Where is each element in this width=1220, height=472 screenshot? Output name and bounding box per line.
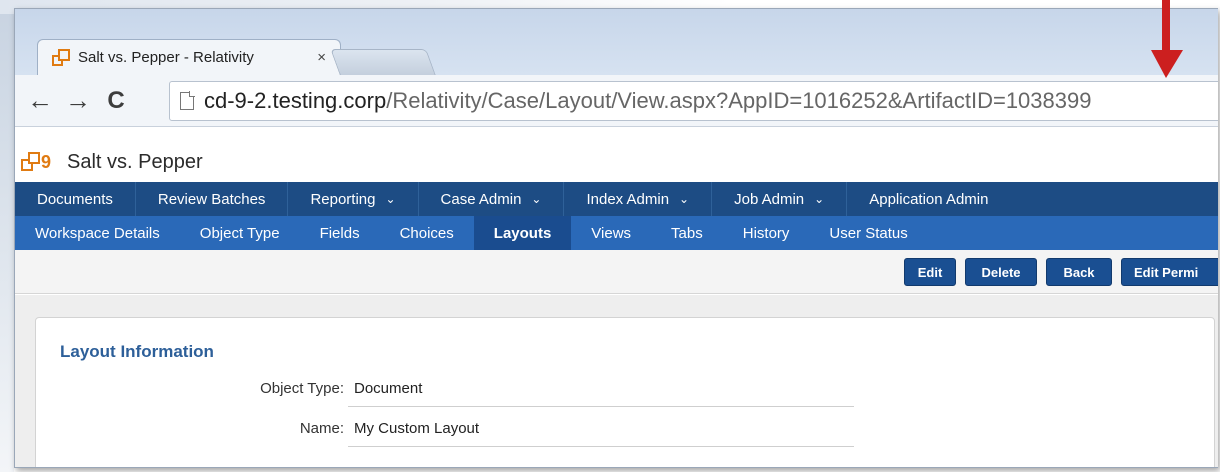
- name-value: My Custom Layout: [354, 420, 480, 437]
- app-header: 9 Salt vs. Pepper: [15, 146, 1218, 178]
- chevron-down-icon: ⌄: [531, 192, 542, 206]
- tab-label: Object Type: [199, 224, 280, 242]
- relativity-logo-icon: 9: [21, 150, 52, 174]
- tab-label: User Status: [829, 224, 908, 242]
- action-bar: Edit Delete Back Edit Permi: [15, 250, 1218, 294]
- tab-object-type[interactable]: Object Type: [180, 216, 300, 250]
- new-tab-button[interactable]: [330, 49, 436, 75]
- content-area: Layout Information Object Type: Document…: [15, 295, 1218, 467]
- tab-label: Workspace Details: [35, 224, 160, 242]
- field-divider: [348, 446, 854, 447]
- relativity-favicon-icon: [52, 48, 72, 67]
- nav-case-admin[interactable]: Case Admin ⌄: [419, 182, 565, 216]
- nav-application-admin[interactable]: Application Admin: [847, 182, 1010, 216]
- nav-label: Documents: [37, 190, 113, 208]
- browser-tab[interactable]: Salt vs. Pepper - Relativity ×: [37, 39, 341, 75]
- url-text: cd-9-2.testing.corp/Relativity/Case/Layo…: [204, 88, 1091, 114]
- page-icon: [180, 91, 195, 110]
- tab-tabs[interactable]: Tabs: [651, 216, 723, 250]
- tab-label: Fields: [319, 224, 360, 242]
- nav-review-batches[interactable]: Review Batches: [136, 182, 289, 216]
- close-tab-icon[interactable]: ×: [317, 49, 326, 66]
- nav-label: Job Admin: [734, 190, 805, 208]
- reload-icon[interactable]: C: [97, 87, 135, 115]
- section-heading: Layout Information: [60, 342, 214, 361]
- chevron-down-icon: ⌄: [679, 192, 690, 206]
- primary-nav: Documents Review Batches Reporting ⌄ Case…: [15, 182, 1218, 216]
- forward-arrow-icon[interactable]: →: [59, 85, 97, 116]
- nav-documents[interactable]: Documents: [15, 182, 136, 216]
- workspace-title: Salt vs. Pepper: [67, 150, 203, 173]
- tab-label: Choices: [399, 224, 454, 242]
- delete-button[interactable]: Delete: [965, 258, 1037, 286]
- tab-label: Tabs: [671, 224, 703, 242]
- red-down-arrow-icon: [1151, 0, 1183, 78]
- nav-label: Application Admin: [869, 190, 989, 208]
- nav-job-admin[interactable]: Job Admin ⌄: [712, 182, 848, 216]
- field-divider: [348, 406, 854, 407]
- url-host: cd-9-2.testing.corp: [204, 88, 387, 113]
- address-bar[interactable]: cd-9-2.testing.corp/Relativity/Case/Layo…: [169, 81, 1218, 121]
- nav-label: Review Batches: [157, 190, 266, 208]
- tab-choices[interactable]: Choices: [380, 216, 474, 250]
- chevron-down-icon: ⌄: [814, 192, 825, 206]
- screenshot-background: Salt vs. Pepper - Relativity × ← → C cd-…: [0, 0, 1220, 472]
- back-button[interactable]: Back: [1046, 258, 1112, 286]
- browser-tab-strip: Salt vs. Pepper - Relativity ×: [15, 9, 1218, 75]
- tab-label: Views: [591, 224, 632, 242]
- tab-layouts[interactable]: Layouts: [473, 216, 572, 250]
- secondary-nav: Workspace Details Object Type Fields Cho…: [15, 216, 1218, 250]
- browser-toolbar: ← → C cd-9-2.testing.corp/Relativity/Cas…: [15, 75, 1218, 127]
- tab-label: Layouts: [493, 224, 552, 242]
- nav-label: Index Admin: [586, 190, 670, 208]
- tab-workspace-details[interactable]: Workspace Details: [15, 216, 180, 250]
- back-arrow-icon[interactable]: ←: [21, 85, 59, 116]
- tab-fields[interactable]: Fields: [300, 216, 380, 250]
- nav-reporting[interactable]: Reporting ⌄: [288, 182, 419, 216]
- browser-tab-title: Salt vs. Pepper - Relativity: [78, 49, 254, 66]
- nav-label: Case Admin: [440, 190, 522, 208]
- edit-permissions-button[interactable]: Edit Permi: [1121, 258, 1218, 286]
- chevron-down-icon: ⌄: [385, 192, 396, 206]
- logo-digit: 9: [41, 152, 52, 172]
- tab-views[interactable]: Views: [571, 216, 651, 250]
- blurred-backdrop-left: [0, 14, 14, 472]
- nav-index-admin[interactable]: Index Admin ⌄: [564, 182, 713, 216]
- nav-label: Reporting: [310, 190, 376, 208]
- edit-button[interactable]: Edit: [904, 258, 956, 286]
- tab-history[interactable]: History: [723, 216, 810, 250]
- tab-label: History: [742, 224, 790, 242]
- object-type-value: Document: [354, 380, 423, 397]
- browser-window: Salt vs. Pepper - Relativity × ← → C cd-…: [14, 8, 1218, 468]
- url-path: /Relativity/Case/Layout/View.aspx?AppID=…: [386, 88, 1092, 113]
- tab-user-status[interactable]: User Status: [809, 216, 927, 250]
- layout-information-card: Layout Information Object Type: Document…: [35, 317, 1215, 467]
- object-type-label: Object Type:: [260, 380, 344, 397]
- name-label: Name:: [299, 420, 344, 437]
